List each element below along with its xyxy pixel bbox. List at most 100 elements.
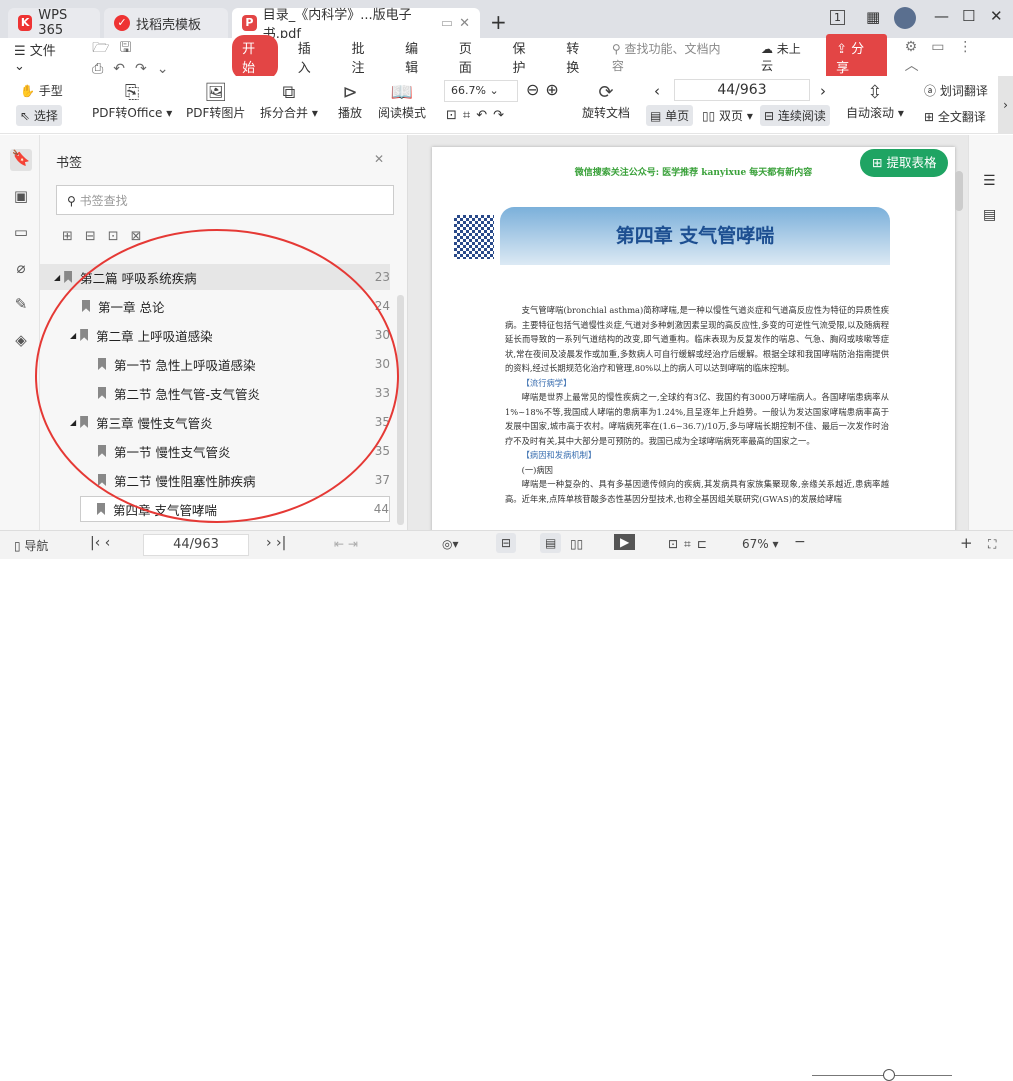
bookmark-item[interactable]: 第一章 总论 24 <box>40 293 390 319</box>
page-input[interactable]: 44/963 <box>674 79 810 101</box>
thumbnail-icon[interactable]: ▣ <box>10 187 32 209</box>
apps-grid-icon[interactable]: ▦ <box>866 8 880 26</box>
comment-icon[interactable]: ▭ <box>10 223 32 245</box>
single-page-icon[interactable]: ▤ <box>540 533 562 553</box>
translate-panel-icon[interactable]: ▤ <box>983 207 996 223</box>
menu-page[interactable]: 页面 <box>445 38 499 76</box>
back-forward-icons[interactable]: ⇤ ⇥ <box>334 537 358 551</box>
zoom-dropdown[interactable]: 67% ▾ <box>742 537 779 551</box>
monitor-icon[interactable]: ▭ <box>441 16 453 31</box>
tab-docer[interactable]: ✓ 找稻壳模板 <box>104 8 228 38</box>
auto-scroll-icon: ⇳ <box>867 82 883 103</box>
settings-more-icons[interactable]: ⚙▭⋮︿ <box>905 39 1013 75</box>
avatar[interactable] <box>894 7 916 29</box>
zoom-in-icon[interactable]: + <box>960 534 973 552</box>
close-tab-icon[interactable]: ✕ <box>459 16 470 31</box>
bookmark-page: 30 <box>374 328 390 342</box>
section-heading: 【病因和发病机制】 <box>521 450 597 460</box>
maximize-icon[interactable]: ☐ <box>962 7 975 25</box>
expand-caret-icon[interactable]: ◢ <box>70 331 76 340</box>
bookmark-tools-icons[interactable]: ⊞⊟⊡⊠ <box>62 229 154 244</box>
double-page-button[interactable]: ▯▯ 双页 ▾ <box>702 107 753 124</box>
document-view: 微信搜索关注公众号: 医学推荐 kanyixue 每天都有新内容 第四章 支气管… <box>408 135 968 530</box>
fullscreen-icon[interactable]: ⛶ <box>988 537 996 552</box>
cloud-status[interactable]: ☁ 未上云 <box>761 40 812 74</box>
play-button[interactable]: ⊳ 播放 <box>338 82 362 121</box>
bookmark-item[interactable]: 第四章 支气管哮喘 44 <box>80 496 390 522</box>
signature-icon[interactable]: ✎ <box>10 295 32 317</box>
navigation-button[interactable]: ▯ 导航 <box>14 537 48 554</box>
expand-caret-icon[interactable]: ◢ <box>54 273 60 282</box>
bookmark-flag-icon <box>98 445 106 457</box>
auto-scroll-button[interactable]: ⇳ 自动滚动 ▾ <box>846 82 904 121</box>
continuous-read-button[interactable]: ⊟ 连续阅读 <box>760 105 830 126</box>
pdf-to-image-button[interactable]: 🖼 PDF转图片 <box>186 82 245 121</box>
close-window-icon[interactable]: ✕ <box>990 7 1003 25</box>
cloud-label: 未上云 <box>760 42 801 73</box>
panel-scrollbar[interactable] <box>397 295 404 525</box>
toolbar: ✋ 手型 ⇖ 选择 ⎘ PDF转Office ▾ 🖼 PDF转图片 ⧉ 拆分合并 ▾ … <box>0 76 1013 134</box>
share-button[interactable]: ⇪ 分享 <box>826 34 887 80</box>
minimize-icon[interactable]: — <box>934 7 949 25</box>
bookmark-page: 23 <box>374 270 390 284</box>
document-scrollbar[interactable] <box>955 171 963 211</box>
read-mode-button[interactable]: 📖 阅读模式 <box>378 82 426 121</box>
zoom-slider-handle[interactable] <box>883 1069 895 1081</box>
tab-pdf[interactable]: P 目录_《内科学》...版电子书.pdf ▭ ✕ <box>232 8 480 42</box>
pdf-to-office-button[interactable]: ⎘ PDF转Office ▾ <box>92 82 172 121</box>
left-rail: 🔖 ▣ ▭ ⌀ ✎ ◈ <box>0 135 40 530</box>
rotate-document-button[interactable]: ⟳ 旋转文档 <box>582 82 630 121</box>
prev-page-icon[interactable]: ‹ <box>654 82 660 100</box>
menu-annotate[interactable]: 批注 <box>337 38 391 76</box>
extract-table-button[interactable]: ⊞ 提取表格 <box>860 149 949 177</box>
file-menu[interactable]: ☰ 文件 ⌄ <box>0 40 84 74</box>
next-page-icon[interactable]: › <box>820 82 826 100</box>
page-view-icon[interactable]: 1 <box>830 10 845 25</box>
zoom-out-icon[interactable]: − <box>794 534 806 550</box>
eye-protect-icon[interactable]: ◎▾ <box>442 537 459 551</box>
next-last-page-icons[interactable]: › ›| <box>266 535 286 551</box>
bookmark-item[interactable]: 第二节 急性气管-支气管炎 33 <box>40 380 390 406</box>
menu-insert[interactable]: 插入 <box>284 38 338 76</box>
new-tab-icon[interactable]: + <box>490 10 507 34</box>
hand-tool-button[interactable]: ✋ 手型 <box>20 82 63 99</box>
feature-search[interactable]: ⚲ 查找功能、文档内容 <box>612 40 731 74</box>
bookmark-item[interactable]: 第二节 慢性阻塞性肺疾病 37 <box>40 467 390 493</box>
continuous-icon[interactable]: ⊟ <box>496 533 517 553</box>
fit-rotate-icons[interactable]: ⊡⌗↶↷ <box>446 108 510 123</box>
adjust-icon[interactable]: ☰ <box>983 173 996 189</box>
layers-icon[interactable]: ◈ <box>10 331 32 353</box>
double-page-icon[interactable]: ▯▯ <box>570 537 583 551</box>
bookmark-flag-icon <box>97 503 105 515</box>
bookmark-item[interactable]: ◢ 第二章 上呼吸道感染 30 <box>40 322 390 348</box>
bookmark-item[interactable]: 第一节 慢性支气管炎 35 <box>40 438 390 464</box>
menu-start[interactable]: 开始 <box>232 35 278 79</box>
menu-edit[interactable]: 编辑 <box>391 38 445 76</box>
bookmark-item[interactable]: ◢ 第三章 慢性支气管炎 35 <box>40 409 390 435</box>
zoom-select[interactable]: 66.7% ⌄ <box>444 80 518 102</box>
zoom-buttons[interactable]: ⊖⊕ <box>526 80 565 99</box>
label: 播放 <box>338 106 363 120</box>
word-translate-button[interactable]: ⓐ 划词翻译 <box>924 82 988 99</box>
bookmark-item[interactable]: ◢ 第二篇 呼吸系统疾病 23 <box>40 264 390 290</box>
select-tool-button[interactable]: ⇖ 选择 <box>16 105 62 126</box>
close-panel-icon[interactable]: ✕ <box>374 152 384 166</box>
toolbar-scroll-right[interactable]: › <box>998 76 1013 134</box>
menu-protect[interactable]: 保护 <box>499 38 553 76</box>
fit-icons[interactable]: ⊡⌗⊏ <box>668 537 713 552</box>
split-merge-button[interactable]: ⧉ 拆分合并 ▾ <box>260 82 318 121</box>
first-prev-page-icons[interactable]: |‹ ‹ <box>90 535 110 551</box>
expand-caret-icon[interactable]: ◢ <box>70 418 76 427</box>
menu-convert[interactable]: 转换 <box>552 38 606 76</box>
single-page-button[interactable]: ▤ 单页 <box>646 105 694 126</box>
bookmark-item[interactable]: 第一节 急性上呼吸道感染 30 <box>40 351 390 377</box>
tab-wps365[interactable]: K WPS 365 <box>8 8 100 38</box>
bookmark-search-input[interactable]: ⚲ 书签查找 <box>56 185 394 215</box>
attachment-icon[interactable]: ⌀ <box>10 259 32 281</box>
quick-access-icons[interactable]: 🗁🖫⎙↶↷⌄ <box>84 37 226 77</box>
bookmark-icon[interactable]: 🔖 <box>10 149 32 171</box>
status-page-input[interactable]: 44/963 <box>143 534 249 556</box>
zoom-slider[interactable] <box>812 1075 952 1076</box>
full-translate-button[interactable]: ⊞ 全文翻译 <box>924 108 986 125</box>
play-icon[interactable]: ▶ <box>614 534 636 550</box>
